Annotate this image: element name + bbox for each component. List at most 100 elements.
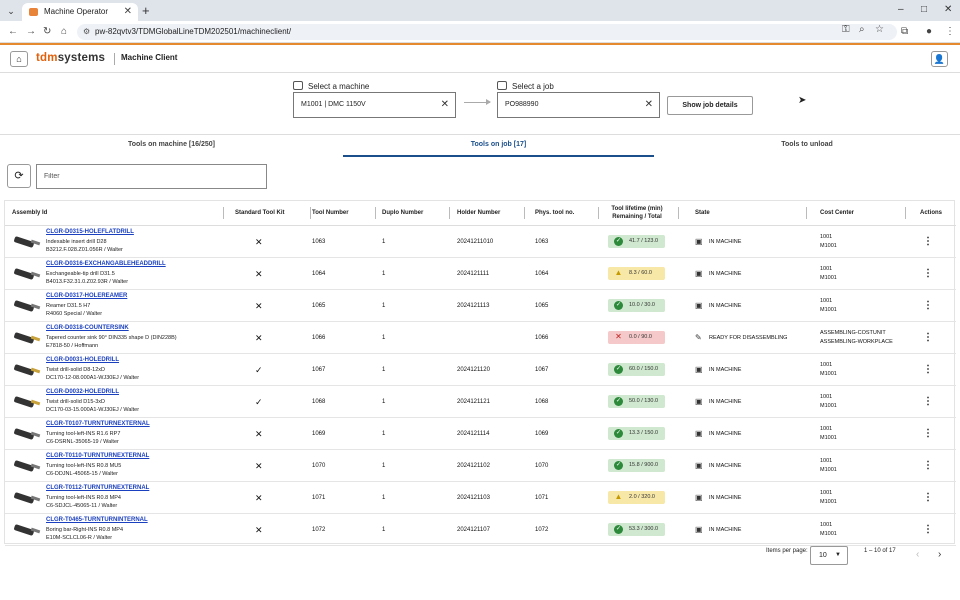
assembly-id-link[interactable]: CLGR-D0318-COUNTERSINK	[46, 325, 129, 331]
tab-tools-on-machine[interactable]: Tools on machine [16/250]	[0, 135, 343, 157]
cost-center-machine: M1001	[820, 435, 837, 441]
col-standard-tool-kit[interactable]: Standard Tool Kit	[235, 201, 311, 226]
filter-input[interactable]	[36, 164, 267, 189]
show-job-details-button[interactable]: Show job details	[667, 96, 753, 115]
table-row[interactable]: CLGR-D0318-COUNTERSINK Tapered counter si…	[5, 322, 956, 354]
table-row[interactable]: CLGR-T0107-TURNTURNEXTERNAL Turning tool-…	[5, 418, 956, 450]
refresh-button[interactable]: ⟳	[7, 164, 31, 188]
row-actions-icon[interactable]: ⋮	[923, 290, 933, 322]
window-close-icon[interactable]: ✕	[944, 4, 952, 15]
assembly-id-link[interactable]: CLGR-T0112-TURNTURNEXTERNAL	[46, 485, 149, 491]
assembly-id-link[interactable]: CLGR-T0465-TURNTURNINTERNAL	[46, 517, 148, 523]
row-actions-icon[interactable]: ⋮	[923, 322, 933, 354]
assembly-id-link[interactable]: CLGR-T0107-TURNTURNEXTERNAL	[46, 421, 150, 427]
table-row[interactable]: CLGR-D0316-EXCHANGABLEHEADDRILL Exchangea…	[5, 258, 956, 290]
cost-center-machine: M1001	[820, 531, 837, 537]
table-row[interactable]: CLGR-T0465-TURNTURNINTERNAL Boring bar-Ri…	[5, 514, 956, 546]
tab-list-icon[interactable]: ⌄	[5, 5, 17, 17]
assembly-id-link[interactable]: CLGR-D0317-HOLEREAMER	[46, 293, 127, 299]
duplo-number: 1	[382, 431, 386, 437]
job-select[interactable]: PO988990 ✕	[497, 92, 660, 118]
home-browser-icon[interactable]: ⌂	[61, 26, 67, 37]
col-phys-tool-no[interactable]: Phys. tool no.	[535, 201, 599, 226]
extensions-icon[interactable]: ⧉	[901, 26, 908, 37]
col-duplo-number[interactable]: Duplo Number	[382, 201, 450, 226]
minimize-icon[interactable]: –	[898, 4, 904, 15]
browser-tab[interactable]: Machine Operator ✕	[22, 3, 138, 21]
row-actions-icon[interactable]: ⋮	[923, 482, 933, 514]
col-holder-number[interactable]: Holder Number	[457, 201, 525, 226]
bookmark-star-icon[interactable]: ☆	[875, 24, 884, 35]
back-icon[interactable]: ←	[8, 26, 18, 37]
items-per-page-select[interactable]: 10 ▼	[810, 546, 848, 565]
tool-number: 1071	[312, 495, 326, 501]
row-actions-icon[interactable]: ⋮	[923, 258, 933, 290]
row-actions-icon[interactable]: ⋮	[923, 354, 933, 386]
col-state[interactable]: State	[695, 201, 807, 226]
standard-kit-mark: ✕	[255, 493, 263, 503]
assembly-id-link[interactable]: CLGR-T0110-TURNTURNEXTERNAL	[46, 453, 149, 459]
phys-tool-no: 1070	[535, 463, 549, 469]
col-cost-center[interactable]: Cost Center	[820, 201, 906, 226]
tool-number: 1068	[312, 399, 326, 405]
table-row[interactable]: CLGR-T0110-TURNTURNEXTERNAL Turning tool-…	[5, 450, 956, 482]
assembly-id-link[interactable]: CLGR-D0032-HOLEDRILL	[46, 389, 119, 395]
new-tab-icon[interactable]: +	[142, 3, 150, 18]
home-button[interactable]: ⌂	[10, 51, 28, 67]
forward-icon[interactable]: →	[26, 26, 36, 37]
tool-thumbnail-icon	[13, 363, 41, 377]
clear-machine-icon[interactable]: ✕	[441, 93, 449, 117]
browser-menu-icon[interactable]: ⋮	[945, 26, 955, 37]
zoom-icon[interactable]: ⌕	[859, 24, 865, 35]
phys-tool-no: 1065	[535, 303, 549, 309]
state-icon: ▣	[695, 461, 703, 470]
machine-select[interactable]: M1001 | DMC 1150V ✕	[293, 92, 456, 118]
tool-thumbnail-icon	[13, 491, 41, 505]
password-key-icon[interactable]: ⚿	[842, 24, 850, 35]
row-actions-icon[interactable]: ⋮	[923, 514, 933, 546]
tool-lifetime-badge: ▲ 8.3 / 60.0	[608, 267, 665, 280]
clear-job-icon[interactable]: ✕	[645, 93, 653, 117]
assembly-id-link[interactable]: CLGR-D0031-HOLEDRILL	[46, 357, 119, 363]
address-bar[interactable]: ⚙ pw-82qvtv3/TDMGlobalLineTDM202501/mach…	[77, 24, 897, 40]
table-row[interactable]: CLGR-D0317-HOLEREAMER Reamer D31.5 H7 R406…	[5, 290, 956, 322]
tool-lifetime-badge: ▲ 2.0 / 320.0	[608, 491, 665, 504]
previous-page-icon[interactable]: ‹	[916, 549, 919, 560]
close-tab-icon[interactable]: ✕	[124, 3, 132, 21]
row-actions-icon[interactable]: ⋮	[923, 226, 933, 258]
standard-kit-mark: ✕	[255, 461, 263, 471]
state-icon: ▣	[695, 429, 703, 438]
site-info-icon[interactable]: ⚙	[83, 24, 90, 40]
assembly-id-link[interactable]: CLGR-D0316-EXCHANGABLEHEADDRILL	[46, 261, 166, 267]
row-actions-icon[interactable]: ⋮	[923, 418, 933, 450]
col-assembly-id[interactable]: Assembly Id	[12, 201, 224, 226]
tool-number: 1066	[312, 335, 326, 341]
profile-icon[interactable]: ●	[926, 26, 932, 37]
row-actions-icon[interactable]: ⋮	[923, 386, 933, 418]
table-row[interactable]: CLGR-D0031-HOLEDRILL Twist drill-solid D8…	[5, 354, 956, 386]
next-page-icon[interactable]: ›	[938, 549, 941, 560]
assembly-id-link[interactable]: CLGR-D0315-HOLEFLATDRILL	[46, 229, 134, 235]
lifetime-status-icon: ✓	[614, 237, 623, 246]
browser-tab-title: Machine Operator	[44, 7, 109, 16]
header-separator	[114, 53, 115, 65]
cost-center: 1001	[820, 266, 833, 272]
maximize-icon[interactable]: □	[921, 4, 927, 15]
mouse-cursor-icon: ➤	[798, 95, 807, 106]
lifetime-status-icon: ✓	[614, 301, 623, 310]
state-icon: ▣	[695, 493, 703, 502]
table-row[interactable]: CLGR-D0315-HOLEFLATDRILL Indexable insert…	[5, 226, 956, 258]
table-row[interactable]: CLGR-D0032-HOLEDRILL Twist drill-solid D1…	[5, 386, 956, 418]
row-actions-icon[interactable]: ⋮	[923, 450, 933, 482]
table-row[interactable]: CLGR-T0112-TURNTURNEXTERNAL Turning tool-…	[5, 482, 956, 514]
col-tool-lifetime[interactable]: Tool lifetime (min) Remaining / Total	[601, 201, 679, 226]
cost-center: 1001	[820, 362, 833, 368]
cost-center-machine: M1001	[820, 371, 837, 377]
tab-tools-to-unload[interactable]: Tools to unload	[654, 135, 960, 157]
reload-icon[interactable]: ↻	[43, 26, 51, 37]
lifetime-status-icon: ✓	[614, 461, 623, 470]
col-tool-number[interactable]: Tool Number	[312, 201, 376, 226]
holder-number: 20241211010	[457, 239, 494, 245]
tab-tools-on-job[interactable]: Tools on job [17]	[343, 135, 654, 157]
user-button[interactable]: 👤	[931, 51, 948, 67]
